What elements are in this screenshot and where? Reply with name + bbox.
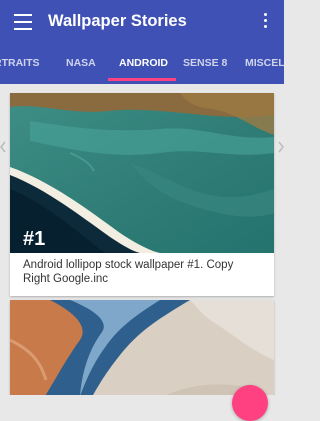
app-title: Wallpaper Stories xyxy=(48,12,187,30)
menu-icon[interactable] xyxy=(14,14,32,30)
tab-indicator xyxy=(108,78,176,81)
previous-arrow-icon[interactable] xyxy=(0,141,6,153)
next-arrow-icon[interactable] xyxy=(278,141,284,153)
tab-portraits[interactable]: RTRAITS xyxy=(0,48,40,84)
wallpaper-image[interactable] xyxy=(10,300,274,395)
wallpaper-card[interactable] xyxy=(10,300,274,395)
tab-nasa[interactable]: NASA xyxy=(66,48,96,84)
more-vert-icon[interactable] xyxy=(262,13,268,31)
floating-action-button[interactable] xyxy=(232,385,268,421)
app-bar: Wallpaper Stories RTRAITS NASA ANDROID S… xyxy=(0,0,284,84)
tab-sense8[interactable]: SENSE 8 xyxy=(183,48,227,84)
wallpaper-list[interactable]: #1 Android lollipop stock wallpaper #1. … xyxy=(0,84,284,395)
wallpaper-caption: Android lollipop stock wallpaper #1. Cop… xyxy=(23,259,234,285)
wallpaper-number: #1 xyxy=(23,228,46,250)
tab-miscellaneous[interactable]: MISCEL xyxy=(245,48,284,84)
wallpaper-image[interactable] xyxy=(10,93,274,253)
wallpaper-card[interactable]: #1 Android lollipop stock wallpaper #1. … xyxy=(10,93,274,296)
